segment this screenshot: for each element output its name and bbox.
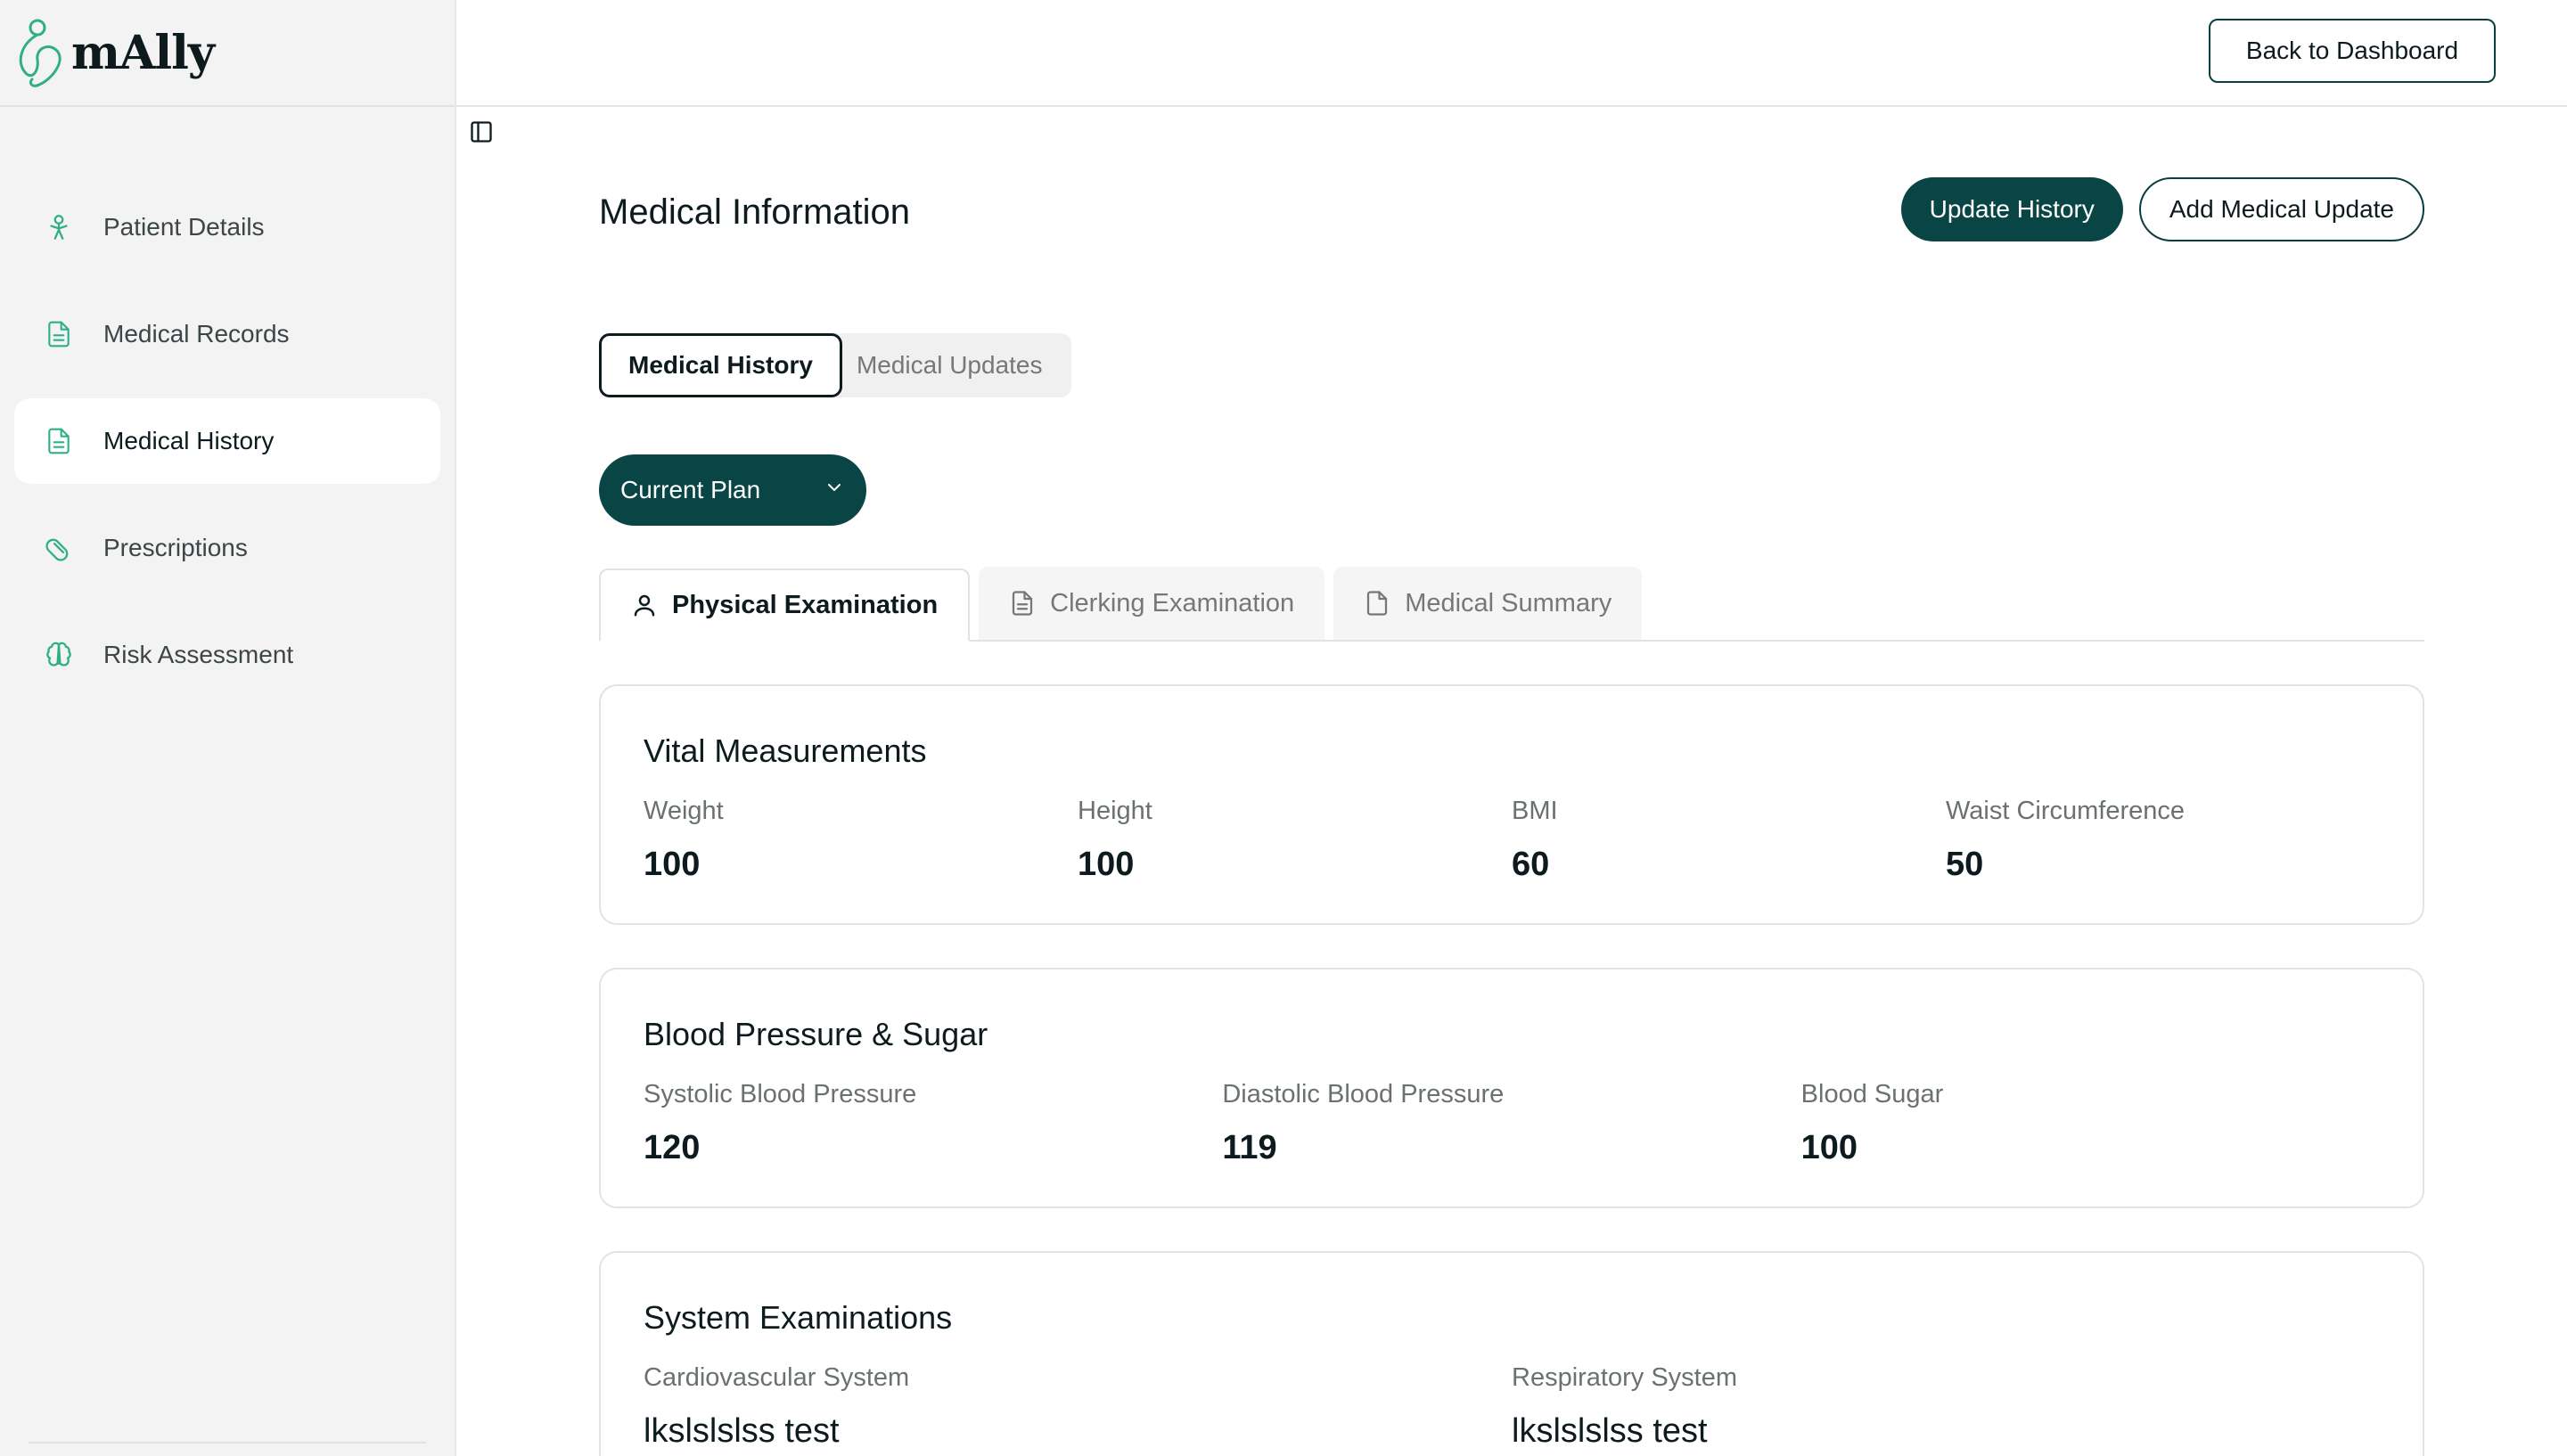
page-title: Medical Information [599,192,911,232]
sidebar: mAlly Patient Details Medical Records Me… [0,0,456,1456]
history-segment-control: Medical History Medical Updates [599,333,1071,397]
field-label: Diastolic Blood Pressure [1222,1080,1505,1108]
file-icon [1367,591,1388,616]
file-text-icon [1013,591,1033,616]
blood-pressure-sugar-card: Blood Pressure & Sugar Systolic Blood Pr… [599,968,2424,1208]
height-field: Height 100 [1078,797,1512,884]
field-value: 50 [1946,846,1984,883]
logo[interactable]: mAlly [0,0,455,107]
cardiovascular-field: Cardiovascular System lkslslslss test [644,1363,1512,1451]
diastolic-field: Diastolic Blood Pressure 119 [1222,1080,1800,1167]
field-label: Waist Circumference [1946,797,2186,825]
add-medical-update-button[interactable]: Add Medical Update [2138,177,2424,241]
page-header: Medical Information Update History Add M… [599,169,2424,249]
sidebar-toggle-icon[interactable] [469,119,494,144]
field-value: lkslslslss test [1512,1412,1708,1450]
brand-name: mAlly [71,25,215,80]
field-value: 120 [644,1129,701,1166]
main-content: Medical Information Update History Add M… [599,169,2424,1456]
header-actions: Update History Add Medical Update [1900,177,2424,241]
chevron-down-icon [824,476,845,504]
vital-measurements-card: Vital Measurements Weight 100 Height 100… [599,684,2424,925]
sidebar-item-label: Prescriptions [103,534,248,561]
field-label: Weight [644,797,724,825]
sidebar-item-risk-assessment[interactable]: Risk Assessment [14,612,440,698]
segment-medical-history[interactable]: Medical History [599,333,842,397]
systolic-field: Systolic Blood Pressure 120 [644,1080,1222,1167]
field-label: BMI [1512,797,1558,825]
field-label: Blood Sugar [1800,1080,1944,1108]
tab-label: Physical Examination [672,590,939,619]
field-label: Cardiovascular System [644,1363,910,1392]
tab-label: Medical Summary [1405,588,1612,618]
card-title: System Examinations [644,1299,953,1336]
segment-medical-updates[interactable]: Medical Updates [842,333,1071,397]
blood-sugar-field: Blood Sugar 100 [1801,1080,2380,1167]
field-value: 100 [644,846,701,883]
examination-tabs: Physical Examination Clerking Examinatio… [599,567,2424,642]
field-label: Respiratory System [1512,1363,1738,1392]
back-to-dashboard-button[interactable]: Back to Dashboard [2209,19,2496,83]
file-text-icon [41,316,77,352]
field-value: lkslslslss test [644,1412,840,1450]
systems-grid: Cardiovascular System lkslslslss test Re… [644,1363,2380,1451]
plan-dropdown[interactable]: Current Plan [599,454,866,526]
field-label: Height [1078,797,1152,825]
field-label: Systolic Blood Pressure [644,1080,917,1108]
sidebar-item-patient-details[interactable]: Patient Details [14,184,440,270]
topbar: Back to Dashboard [456,0,2567,107]
sidebar-item-prescriptions[interactable]: Prescriptions [14,505,440,591]
tab-clerking-examination[interactable]: Clerking Examination [979,567,1325,640]
sidebar-nav: Patient Details Medical Records Medical … [14,184,440,719]
pill-icon [41,530,77,566]
bp-grid: Systolic Blood Pressure 120 Diastolic Bl… [644,1080,2380,1167]
sidebar-item-label: Patient Details [103,213,265,241]
waist-circumference-field: Waist Circumference 50 [1946,797,2380,884]
user-icon [41,209,77,245]
tab-medical-summary[interactable]: Medical Summary [1333,567,1643,640]
sidebar-item-medical-records[interactable]: Medical Records [14,291,440,377]
vitals-grid: Weight 100 Height 100 BMI 60 Waist Circu… [644,797,2380,884]
logo-icon [19,19,62,87]
field-value: 100 [1800,1129,1858,1166]
sidebar-item-medical-history[interactable]: Medical History [14,398,440,484]
bmi-field: BMI 60 [1512,797,1946,884]
card-title: Blood Pressure & Sugar [644,1016,988,1052]
tab-label: Clerking Examination [1050,588,1295,618]
sidebar-item-label: Medical History [103,427,275,454]
divider [29,1442,426,1444]
tab-physical-examination[interactable]: Physical Examination [599,568,971,642]
system-examinations-card: System Examinations Cardiovascular Syste… [599,1251,2424,1456]
field-value: 100 [1078,846,1135,883]
user-icon [634,594,655,617]
respiratory-field: Respiratory System lkslslslss test [1512,1363,2380,1451]
weight-field: Weight 100 [644,797,1078,884]
brain-icon [41,637,77,673]
file-text-icon [41,423,77,459]
field-value: 60 [1512,846,1550,883]
sidebar-item-label: Medical Records [103,320,290,348]
card-title: Vital Measurements [644,732,927,769]
sidebar-item-label: Risk Assessment [103,641,294,668]
field-value: 119 [1222,1129,1277,1166]
plan-dropdown-value: Current Plan [620,476,761,503]
update-history-button[interactable]: Update History [1900,177,2123,241]
